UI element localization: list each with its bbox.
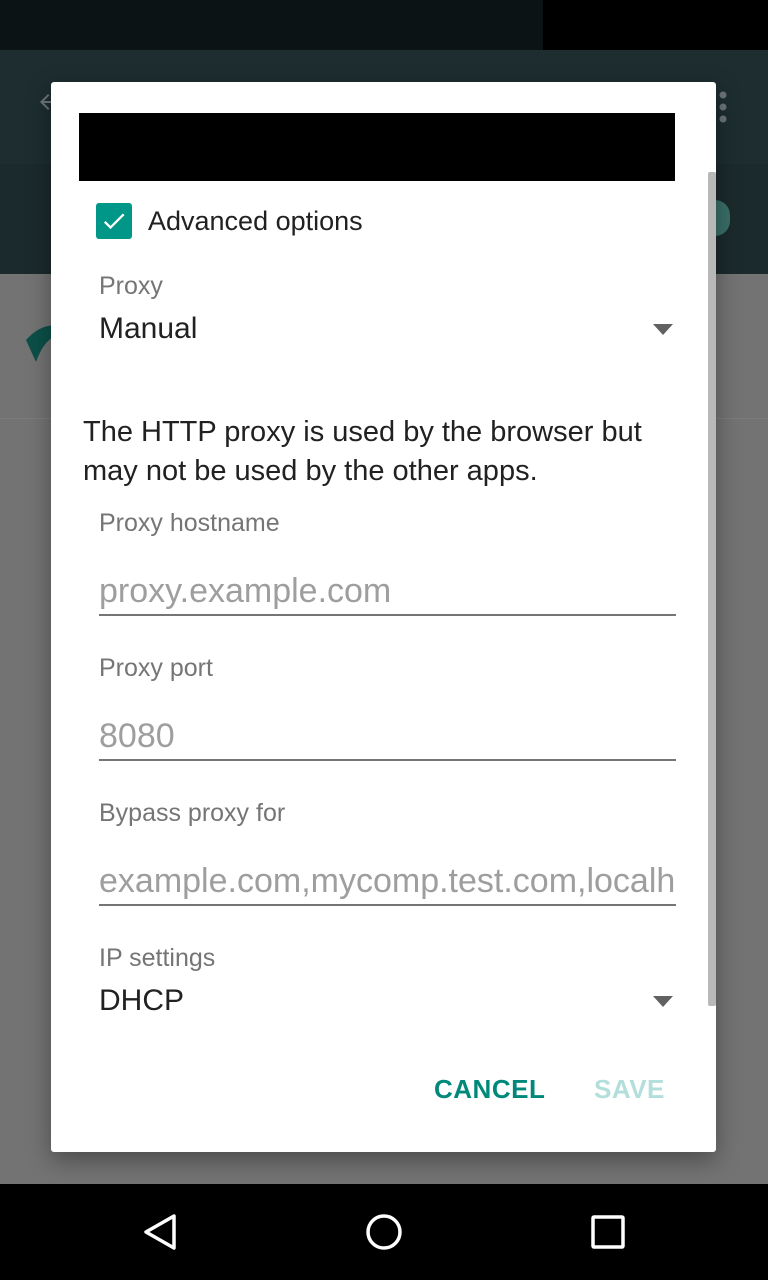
advanced-options-checkbox[interactable]	[96, 203, 132, 239]
status-bar-redacted	[543, 0, 768, 55]
cancel-button[interactable]: CANCEL	[434, 1074, 545, 1105]
bypass-proxy-label: Bypass proxy for	[99, 799, 286, 827]
home-circle-icon	[366, 1214, 402, 1250]
nav-back-button[interactable]	[136, 1208, 184, 1256]
recents-square-icon	[591, 1215, 625, 1249]
save-button[interactable]: SAVE	[594, 1074, 665, 1105]
proxy-hostname-input[interactable]	[99, 568, 676, 616]
advanced-options-label: Advanced options	[148, 205, 363, 236]
dialog-title-redacted	[79, 113, 675, 181]
dropdown-arrow-icon	[653, 324, 673, 335]
nav-recents-button[interactable]	[584, 1208, 632, 1256]
proxy-hostname-label: Proxy hostname	[99, 509, 280, 537]
dropdown-arrow-icon	[653, 996, 673, 1007]
check-icon	[103, 213, 125, 230]
bypass-proxy-input[interactable]	[99, 858, 676, 906]
scrollbar[interactable]	[708, 172, 716, 1006]
back-triangle-icon	[144, 1214, 176, 1250]
proxy-settings-dialog: Advanced options Proxy Manual The HTTP p…	[51, 82, 716, 1152]
advanced-options-row[interactable]: Advanced options	[96, 201, 363, 241]
more-vert-icon	[716, 90, 730, 124]
ip-settings-label: IP settings	[99, 944, 216, 972]
proxy-info-text: The HTTP proxy is used by the browser bu…	[83, 416, 642, 487]
proxy-label: Proxy	[99, 272, 163, 300]
navigation-bar	[0, 1184, 768, 1280]
ip-settings-value: DHCP	[99, 984, 185, 1017]
nav-home-button[interactable]	[360, 1208, 408, 1256]
proxy-value: Manual	[99, 312, 198, 345]
proxy-port-label: Proxy port	[99, 654, 213, 682]
proxy-port-input[interactable]	[99, 713, 676, 761]
ip-settings-spinner[interactable]	[99, 974, 679, 1028]
